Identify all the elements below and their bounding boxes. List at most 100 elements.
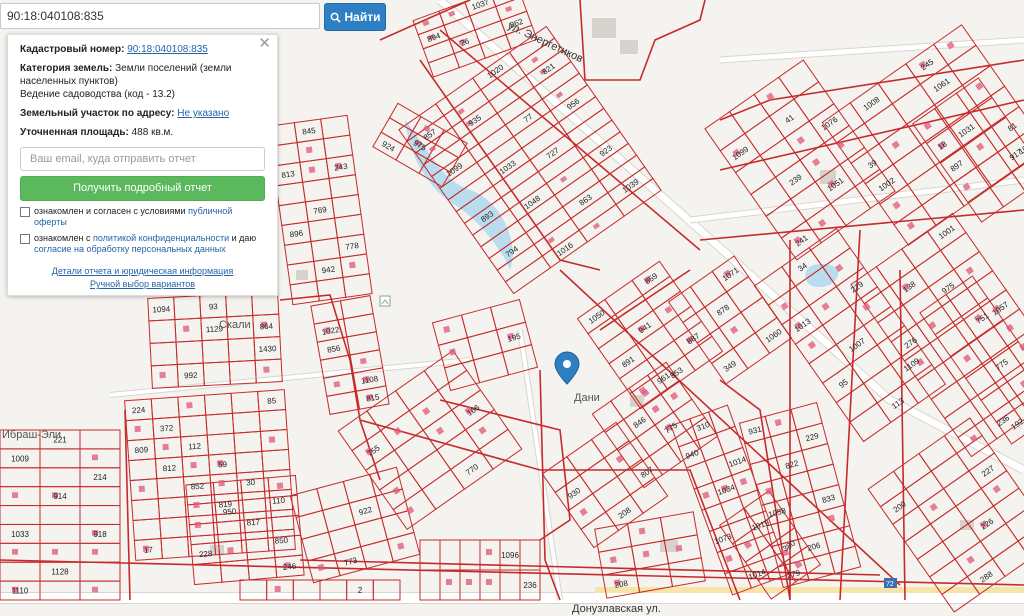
parcel [157,496,187,520]
address-link[interactable]: Не указано [177,108,229,119]
parcel-number: 852 [190,481,204,491]
personal-data-link[interactable]: согласие на обработку персональных данны… [34,244,226,254]
parcel-marker [393,427,402,436]
privacy-link[interactable]: политикой конфиденциальности [93,233,229,243]
parcel [79,542,121,563]
parcel [892,144,937,186]
parcel-marker [186,402,193,409]
parcel-number: 85 [267,396,277,406]
parcel-number: 1008 [862,95,882,113]
parcel [79,561,121,582]
parcel-number: 1007 [847,336,867,354]
parcel [201,338,230,364]
parcel-number: 856 [326,343,341,354]
search-bar: 90:18:040108:835 Найти [0,3,386,31]
parcel-number: 224 [132,405,146,415]
parcel [247,556,278,581]
parcel [439,539,461,571]
parcel [744,115,786,157]
parcel-number: 815 [365,392,380,403]
parcel [918,435,958,472]
map-pin-icon[interactable] [554,351,580,385]
privacy-checkbox[interactable] [20,234,30,244]
parcel [467,124,515,164]
parcel-number: 1099 [445,161,465,179]
parcel [39,542,81,563]
parcel [947,44,991,86]
parcel [407,449,452,491]
details-link[interactable]: Детали отчета и юридическая информация [20,265,265,278]
parcel [579,457,618,495]
parcel-number: 1128 [51,568,69,577]
parcel-number: 138 [901,279,918,294]
parcel [953,250,994,290]
parcel [793,81,835,122]
parcel-number: 349 [722,359,739,374]
email-field[interactable]: Ваш email, куда отправить отчет [20,147,265,171]
privacy-text: ознакомлен с [34,233,91,243]
parcel [203,392,233,416]
parcel-number: 992 [184,371,198,381]
parcel-number: 918 [93,530,107,539]
parcel-marker [774,418,782,427]
parcel [245,537,276,561]
parcel [79,448,121,469]
parcel [512,110,560,149]
parcel [715,425,744,455]
cadastral-link[interactable]: 90:18:040108:835 [127,44,208,55]
parcel [863,103,908,145]
parcel-marker [975,142,985,151]
parcel-number: 1108 [360,374,379,386]
parcel [233,430,263,454]
place-label-skalistaya: Скали [219,319,251,331]
parcel-marker [446,579,452,585]
parcel [160,536,190,560]
parcel [459,112,507,152]
parcel-marker [159,371,166,379]
parcel-marker [227,547,234,554]
parcel-number: 773 [343,555,359,567]
close-icon[interactable]: ✕ [258,36,271,51]
parcel [0,505,41,525]
parcel-number: 887 [685,331,702,346]
parcel-marker [305,146,313,154]
parcel [419,539,441,571]
parcel [79,505,121,525]
category-label: Категория земель: [20,63,113,74]
parcel-number: 914 [53,492,67,501]
parcel-number: 769 [313,205,328,216]
parcel-number: 1014 [728,454,748,469]
parcel [916,540,956,578]
get-report-button[interactable]: Получить подробный отчет [20,176,265,201]
parcel-number: 850 [274,536,288,546]
search-button[interactable]: Найти [324,3,386,31]
parcel-number: 1057 [991,300,1011,318]
parcel [790,401,823,431]
parcel [131,498,161,522]
parcel-number: 894 [426,31,442,44]
parcel-number: 751 [974,311,991,326]
parcel-marker [651,404,660,414]
parcel [704,453,733,483]
parcel [289,280,320,306]
parcel [149,341,178,367]
parcel [39,505,81,525]
manual-select-link[interactable]: Ручной выбор вариантов [20,278,265,291]
parcel [992,487,1024,525]
search-input[interactable]: 90:18:040108:835 [0,3,320,29]
parcel [629,476,669,514]
parcel-marker [190,461,197,469]
offer-checkbox[interactable] [20,207,30,217]
parcel-number: 236 [995,413,1012,428]
parcel-number: 372 [160,423,174,433]
parcel-marker [796,136,806,145]
parcel [379,409,424,451]
parcel-number: 192 [1009,416,1024,431]
parcel-number: 228 [199,549,214,559]
parcel-number: 975 [940,280,957,295]
parcel [435,77,482,117]
parcel [265,508,295,532]
parcel [917,361,958,400]
parcel-marker [675,544,683,552]
parcel-marker [702,491,710,500]
